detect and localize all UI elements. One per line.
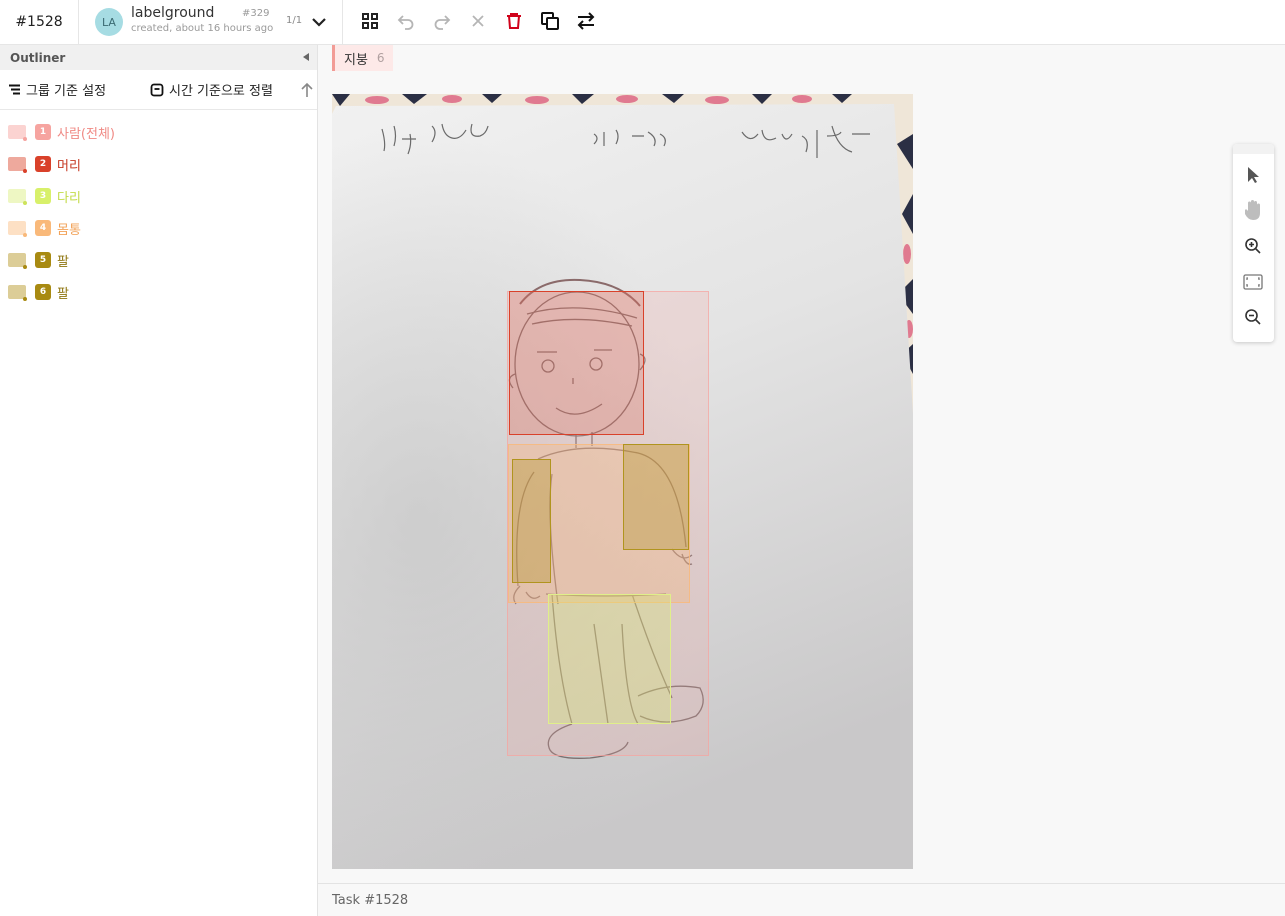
class-chip[interactable]: 지붕 6 bbox=[332, 45, 393, 71]
label-number: 5 bbox=[35, 252, 51, 268]
label-list: 1 사람(전체) 2 머리 3 다리 4 몸통 5 팔 6 팔 bbox=[0, 110, 317, 308]
bbox-leg[interactable] bbox=[548, 594, 671, 724]
close-icon[interactable] bbox=[467, 10, 489, 32]
list-icon bbox=[9, 84, 20, 95]
label-name: 몸통 bbox=[57, 222, 81, 238]
zoom-out-icon[interactable] bbox=[1242, 306, 1264, 328]
label-name: 팔 bbox=[57, 286, 69, 302]
user-created-meta: created, about 16 hours ago bbox=[131, 23, 274, 34]
label-name: 다리 bbox=[57, 190, 81, 206]
label-name: 팔 bbox=[57, 254, 69, 270]
swap-icon[interactable] bbox=[575, 10, 597, 32]
box-swatch-icon bbox=[8, 189, 27, 205]
class-chip-label: 지붕 bbox=[344, 52, 368, 68]
outliner-header: Outliner bbox=[0, 45, 317, 70]
label-number: 3 bbox=[35, 188, 51, 204]
pager-text: 1/1 bbox=[286, 15, 303, 26]
trash-icon[interactable] bbox=[503, 10, 525, 32]
arrow-up-icon[interactable] bbox=[300, 82, 314, 98]
label-number: 6 bbox=[35, 284, 51, 300]
label-name: 사람(전체) bbox=[57, 126, 115, 142]
label-name: 머리 bbox=[57, 158, 81, 174]
list-item[interactable]: 1 사람(전체) bbox=[0, 116, 317, 148]
box-swatch-icon bbox=[8, 157, 27, 173]
copy-icon[interactable] bbox=[539, 10, 561, 32]
task-id: #1528 bbox=[0, 0, 79, 44]
list-item[interactable]: 4 몸통 bbox=[0, 212, 317, 244]
box-swatch-icon bbox=[8, 221, 27, 237]
sort-row: 그룹 기준 설정 시간 기준으로 정렬 bbox=[0, 70, 317, 110]
zoom-in-icon[interactable] bbox=[1242, 235, 1264, 257]
view-tools-panel bbox=[1233, 144, 1274, 342]
status-footer: Task #1528 bbox=[318, 883, 1285, 916]
annotation-canvas[interactable]: 지붕 6 bbox=[318, 45, 1285, 883]
chevron-down-icon[interactable] bbox=[309, 12, 329, 32]
list-item[interactable]: 3 다리 bbox=[0, 180, 317, 212]
box-swatch-icon bbox=[8, 125, 27, 141]
user-number: #329 bbox=[242, 8, 270, 19]
time-sort-button[interactable]: 시간 기준으로 정렬 bbox=[150, 80, 273, 99]
undo-icon[interactable] bbox=[395, 10, 417, 32]
outliner-title: Outliner bbox=[10, 50, 66, 65]
clock-icon bbox=[150, 83, 164, 96]
list-item[interactable]: 5 팔 bbox=[0, 244, 317, 276]
fit-screen-icon[interactable] bbox=[1242, 271, 1264, 293]
grid-icon[interactable] bbox=[359, 10, 381, 32]
label-number: 1 bbox=[35, 124, 51, 140]
user-info: LA labelground created, about 16 hours a… bbox=[79, 0, 343, 44]
list-item[interactable]: 2 머리 bbox=[0, 148, 317, 180]
time-sort-label: 시간 기준으로 정렬 bbox=[169, 84, 273, 99]
bbox-arm[interactable] bbox=[623, 444, 689, 550]
photo-image[interactable] bbox=[332, 94, 913, 869]
top-bar: #1528 LA labelground created, about 16 h… bbox=[0, 0, 1285, 45]
hand-icon[interactable] bbox=[1242, 199, 1264, 221]
list-item[interactable]: 6 팔 bbox=[0, 276, 317, 308]
label-number: 2 bbox=[35, 156, 51, 172]
collapse-icon[interactable] bbox=[303, 53, 309, 61]
avatar: LA bbox=[95, 8, 123, 36]
cursor-icon[interactable] bbox=[1242, 164, 1264, 186]
group-setting-label: 그룹 기준 설정 bbox=[26, 84, 107, 99]
redo-icon[interactable] bbox=[431, 10, 453, 32]
group-setting-button[interactable]: 그룹 기준 설정 bbox=[8, 80, 106, 99]
outliner-panel: Outliner 그룹 기준 설정 시간 기준으로 정렬 1 사람(전체) 2 … bbox=[0, 45, 318, 916]
box-swatch-icon bbox=[8, 253, 27, 269]
bbox-head[interactable] bbox=[509, 291, 644, 435]
footer-task-label: Task #1528 bbox=[332, 892, 409, 908]
class-chip-count: 6 bbox=[376, 51, 385, 65]
user-name: labelground bbox=[131, 5, 215, 21]
label-number: 4 bbox=[35, 220, 51, 236]
bbox-arm[interactable] bbox=[512, 459, 551, 583]
panel-handle[interactable] bbox=[1233, 144, 1274, 154]
box-swatch-icon bbox=[8, 285, 27, 301]
